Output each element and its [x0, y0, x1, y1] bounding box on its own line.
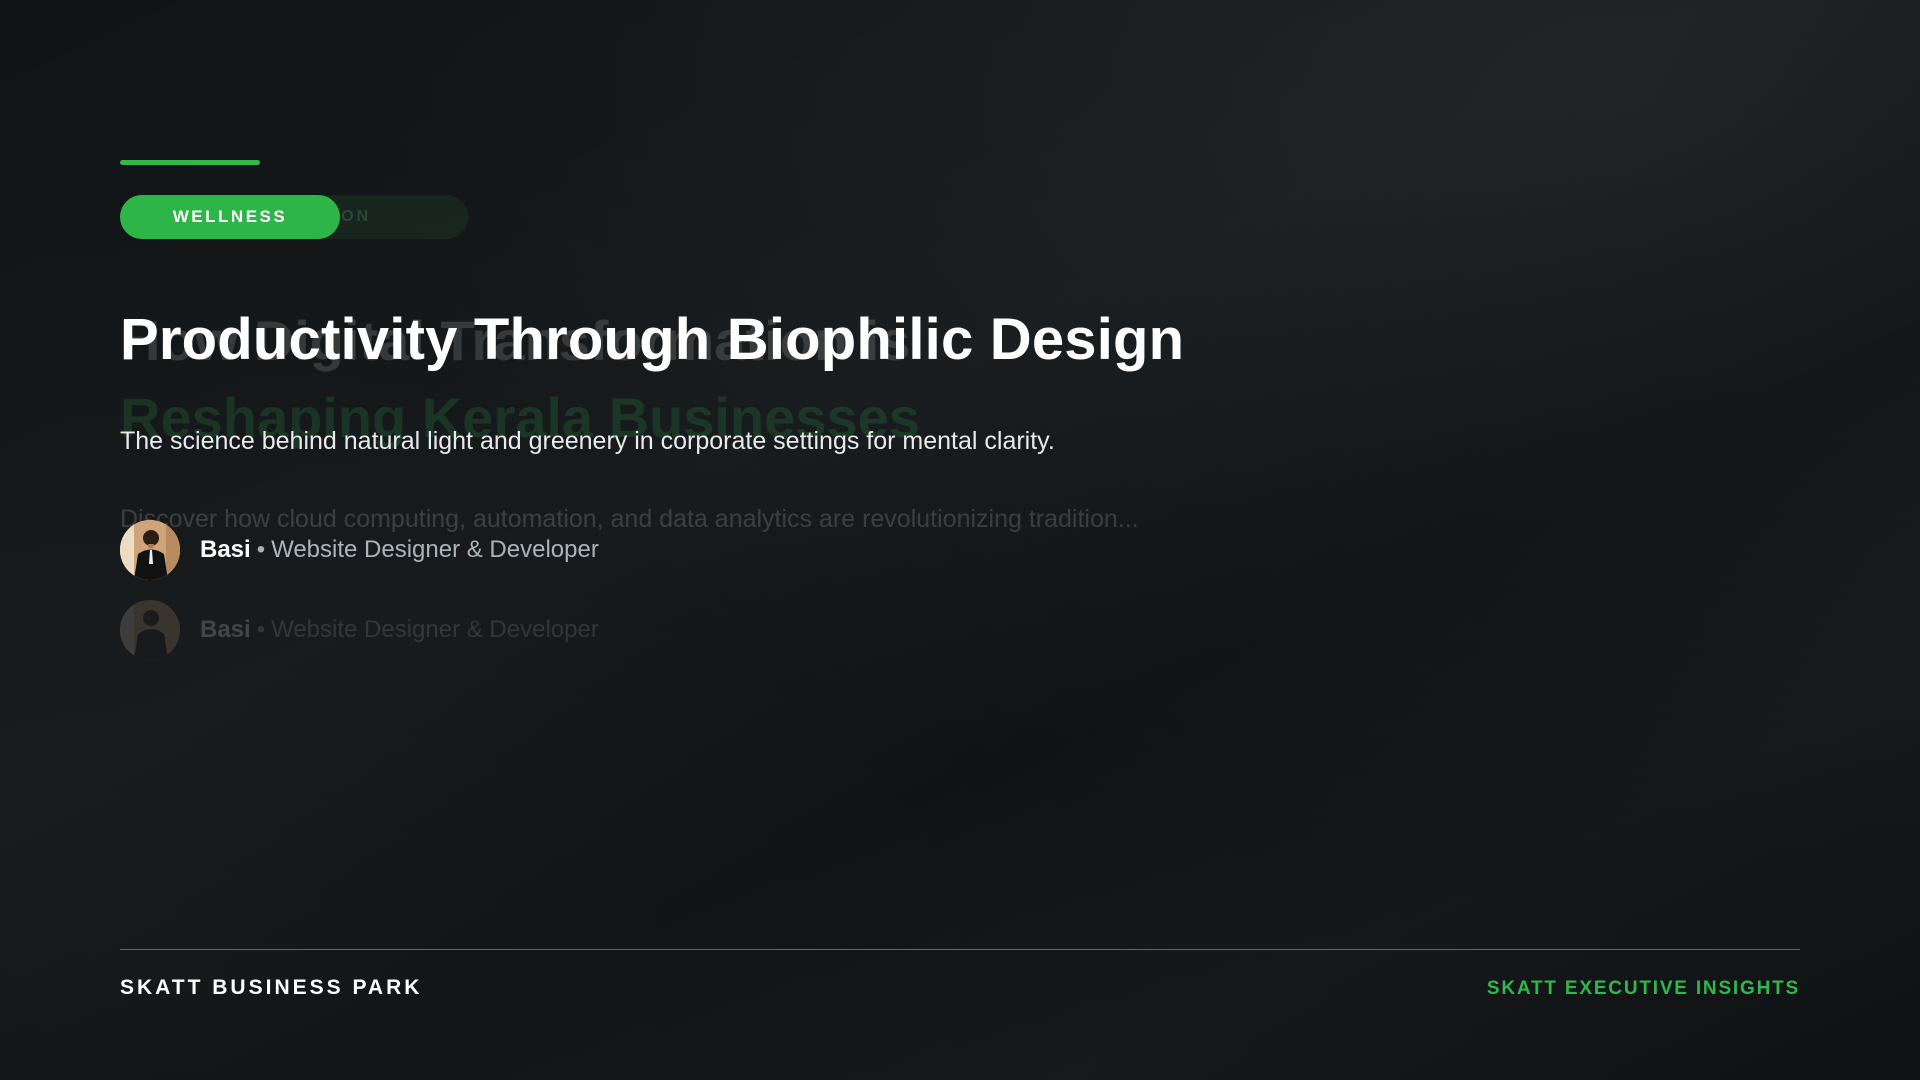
- footer-divider: [120, 949, 1800, 950]
- article-title: Productivity Through Biophilic Design: [120, 307, 1185, 372]
- ghost-author-name: Basi: [200, 616, 251, 643]
- article-description: The science behind natural light and gre…: [120, 427, 1055, 455]
- category-tag[interactable]: WELLNESS: [120, 195, 340, 239]
- author-separator: •: [256, 536, 266, 563]
- author-avatar-icon: [120, 520, 180, 580]
- footer-series: SKATT EXECUTIVE INSIGHTS: [1486, 978, 1800, 999]
- author-byline: Basi • Website Designer & Developer: [120, 520, 599, 580]
- accent-line: [120, 160, 260, 165]
- author-role: Website Designer & Developer: [271, 536, 599, 563]
- author-name: Basi: [200, 536, 251, 563]
- ghost-author-separator: •: [256, 616, 266, 643]
- ghost-author-role: Website Designer & Developer: [271, 616, 599, 643]
- ghost-avatar-icon: [120, 600, 180, 660]
- footer-brand: SKATT BUSINESS PARK: [120, 976, 423, 999]
- ghost-author: Basi • Website Designer & Developer: [120, 600, 599, 660]
- slide-stage: RMATION WELLNESS How Digital Transformat…: [0, 0, 1920, 1080]
